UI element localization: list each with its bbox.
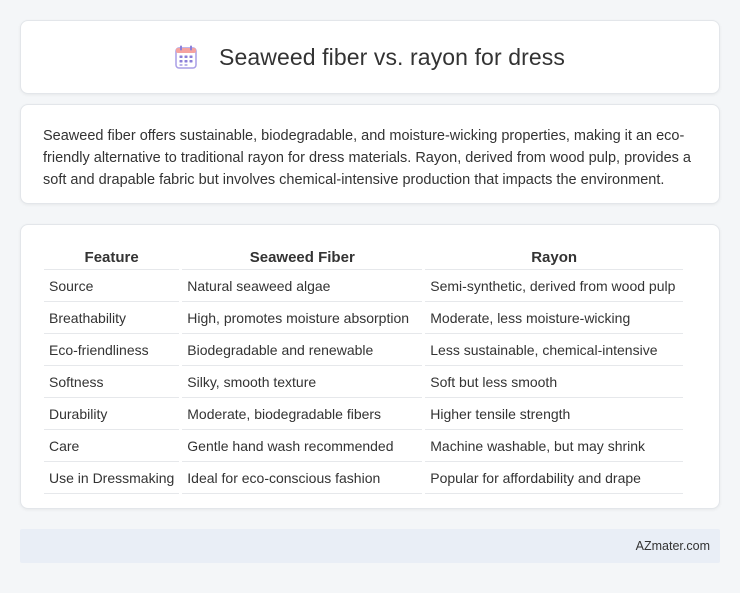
feature-cell: Use in Dressmaking	[44, 462, 180, 494]
seaweed-cell: Silky, smooth texture	[182, 366, 423, 398]
feature-cell: Source	[44, 270, 180, 302]
rayon-cell: Less sustainable, chemical-intensive	[425, 334, 683, 366]
rayon-cell: Moderate, less moisture-wicking	[425, 302, 683, 334]
rayon-cell: Semi-synthetic, derived from wood pulp	[425, 270, 683, 302]
header-feature: Feature	[44, 245, 180, 270]
rayon-cell: Popular for affordability and drape	[425, 462, 683, 494]
rayon-cell: Soft but less smooth	[425, 366, 683, 398]
rayon-cell: Higher tensile strength	[425, 398, 683, 430]
table-row: Use in Dressmaking Ideal for eco-conscio…	[44, 462, 683, 494]
table-row: Breathability High, promotes moisture ab…	[44, 302, 683, 334]
seaweed-cell: Moderate, biodegradable fibers	[182, 398, 423, 430]
feature-cell: Durability	[44, 398, 180, 430]
table-row: Eco-friendliness Biodegradable and renew…	[44, 334, 683, 366]
title-card: Seaweed fiber vs. rayon for dress	[20, 20, 720, 94]
table-row: Care Gentle hand wash recommended Machin…	[44, 430, 683, 462]
seaweed-cell: High, promotes moisture absorption	[182, 302, 423, 334]
seaweed-cell: Natural seaweed algae	[182, 270, 423, 302]
comparison-table: Feature Seaweed Fiber Rayon Source Natur…	[41, 245, 686, 494]
table-header-row: Feature Seaweed Fiber Rayon	[44, 245, 683, 270]
page-title: Seaweed fiber vs. rayon for dress	[219, 43, 565, 70]
rayon-cell: Machine washable, but may shrink	[425, 430, 683, 462]
summary-text: Seaweed fiber offers sustainable, biodeg…	[43, 128, 691, 188]
table-row: Softness Silky, smooth texture Soft but …	[44, 366, 683, 398]
feature-cell: Care	[44, 430, 180, 462]
footer-bar: AZmater.com	[20, 529, 720, 563]
feature-cell: Softness	[44, 366, 180, 398]
feature-cell: Eco-friendliness	[44, 334, 180, 366]
table-row: Source Natural seaweed algae Semi-synthe…	[44, 270, 683, 302]
seaweed-cell: Gentle hand wash recommended	[182, 430, 423, 462]
header-rayon: Rayon	[425, 245, 683, 270]
footer-brand[interactable]: AZmater.com	[636, 539, 710, 553]
table-row: Durability Moderate, biodegradable fiber…	[44, 398, 683, 430]
seaweed-cell: Biodegradable and renewable	[182, 334, 423, 366]
feature-cell: Breathability	[44, 302, 180, 334]
header-seaweed-fiber: Seaweed Fiber	[182, 245, 423, 270]
seaweed-cell: Ideal for eco-conscious fashion	[182, 462, 423, 494]
calendar-icon	[175, 45, 197, 69]
summary-card: Seaweed fiber offers sustainable, biodeg…	[20, 104, 720, 204]
comparison-card: Feature Seaweed Fiber Rayon Source Natur…	[20, 224, 720, 509]
